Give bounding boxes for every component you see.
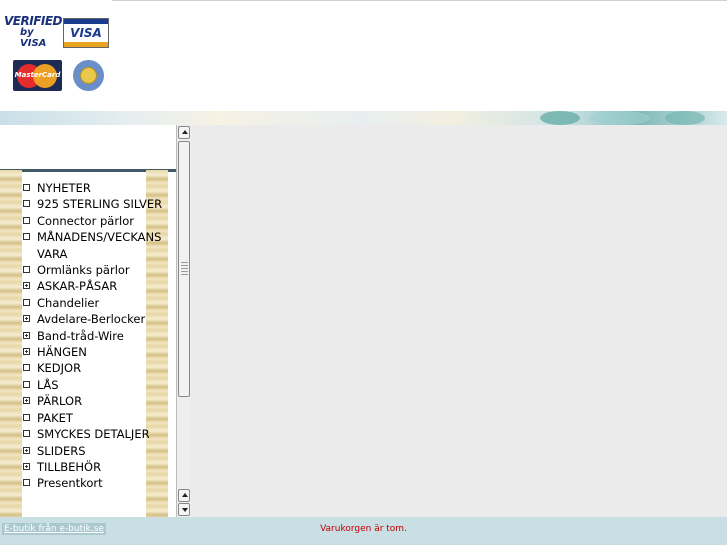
- bullet-box-icon: [23, 298, 30, 306]
- menu-item-label: NYHETER: [37, 181, 91, 195]
- bullet-box-icon: [23, 430, 30, 438]
- menu-item[interactable]: Chandelier: [22, 295, 172, 311]
- menu-item-label: SMYCKES DETALJER: [37, 427, 150, 442]
- menu-item[interactable]: 925 STERLING SILVER: [22, 196, 172, 212]
- menu-item-label: KEDJOR: [37, 361, 82, 376]
- visa-logo: VISA: [63, 18, 109, 48]
- menu-item[interactable]: SLIDERS: [22, 443, 172, 459]
- header-divider: [112, 0, 727, 1]
- menu-item-label: Band-tråd-Wire: [37, 328, 124, 343]
- menu-item-label: PÄRLOR: [37, 394, 83, 409]
- menu-item[interactable]: KEDJOR: [22, 360, 172, 376]
- menu-item[interactable]: Connector pärlor: [22, 213, 172, 229]
- menu-item-label: 925 STERLING SILVER: [37, 197, 163, 212]
- scroll-up-button-lower[interactable]: [178, 489, 190, 502]
- menu-item[interactable]: LÅS: [22, 377, 172, 393]
- vbv-line1: VERIFIED: [4, 14, 63, 28]
- menu-item[interactable]: MÅNADENS/VECKANS VARA: [22, 229, 172, 262]
- expand-plus-icon[interactable]: [23, 282, 30, 290]
- menu-item-label: Connector pärlor: [37, 213, 135, 228]
- menu-item-label: Presentkort: [37, 476, 103, 491]
- arrow-up-icon: [182, 493, 188, 497]
- menu-item-label: HÄNGEN: [37, 345, 87, 360]
- main-content-frame: [191, 125, 727, 517]
- bullet-box-icon: [23, 380, 30, 388]
- arrow-up-icon: [182, 130, 188, 134]
- rope-border-left: [0, 170, 22, 517]
- mastercard-logo: MasterCard: [13, 60, 62, 91]
- menu-item-label: TILLBEHÖR: [37, 459, 102, 474]
- menu-item[interactable]: PÄRLOR: [22, 393, 172, 409]
- menu-item[interactable]: NYHETER: [22, 180, 172, 196]
- menu-item-label: MÅNADENS/VECKANS VARA: [37, 230, 162, 261]
- scroll-thumb[interactable]: [178, 141, 190, 397]
- menu-item-label: Avdelare-Berlocker: [37, 312, 146, 327]
- menu-item-label: ASKAR-PÅSAR: [37, 279, 118, 294]
- menu-item-label: Chandelier: [37, 295, 100, 310]
- menu-item-label: PAKET: [37, 410, 73, 425]
- bullet-box-icon: [23, 266, 30, 274]
- posten-logo: [73, 60, 104, 91]
- category-menu: NYHETER 925 STERLING SILVER Connector pärl…: [22, 180, 172, 492]
- menu-item[interactable]: HÄNGEN: [22, 344, 172, 360]
- arrow-down-icon: [182, 508, 188, 512]
- menu-item-label: Ormlänks pärlor: [37, 263, 130, 278]
- bullet-box-icon: [23, 233, 30, 241]
- menu-item[interactable]: Avdelare-Berlocker: [22, 311, 172, 327]
- bullet-box-icon: [23, 216, 30, 224]
- expand-plus-icon[interactable]: [23, 446, 30, 454]
- expand-plus-icon[interactable]: [23, 315, 30, 323]
- posthorn-icon: [80, 67, 97, 84]
- expand-plus-icon[interactable]: [23, 348, 30, 356]
- vbv-line2: by VISA: [20, 27, 47, 49]
- scroll-down-button[interactable]: [178, 503, 190, 516]
- menu-item[interactable]: Presentkort: [22, 475, 172, 491]
- verified-by-visa-logo: VERIFIED by VISA: [4, 14, 63, 49]
- menu-item[interactable]: Ormlänks pärlor: [22, 262, 172, 278]
- decorative-banner: [0, 111, 727, 125]
- ebutik-link[interactable]: E-butik från e-butik.se: [2, 523, 106, 535]
- bullet-box-icon: [23, 184, 30, 191]
- menu-item[interactable]: Band-tråd-Wire: [22, 328, 172, 344]
- menu-item[interactable]: PAKET: [22, 410, 172, 426]
- bullet-box-icon: [23, 413, 30, 421]
- category-nav-frame: NYHETER 925 STERLING SILVER Connector pärl…: [0, 125, 176, 517]
- bullet-box-icon: [23, 200, 30, 208]
- nav-scrollbar[interactable]: [176, 125, 191, 517]
- cart-status: Varukorgen är tom.: [320, 524, 407, 534]
- menu-item-label: LÅS: [37, 377, 59, 392]
- menu-item[interactable]: TILLBEHÖR: [22, 459, 172, 475]
- bullet-box-icon: [23, 479, 30, 487]
- menu-item[interactable]: ASKAR-PÅSAR: [22, 278, 172, 294]
- bullet-box-icon: [23, 364, 30, 372]
- grip-icon: [181, 262, 188, 276]
- visa-logo-text: VISA: [70, 26, 102, 40]
- menu-item[interactable]: SMYCKES DETALJER: [22, 426, 172, 442]
- expand-plus-icon[interactable]: [23, 331, 30, 339]
- expand-plus-icon[interactable]: [23, 397, 30, 405]
- menu-item-label: SLIDERS: [37, 443, 86, 458]
- scroll-up-button[interactable]: [178, 126, 190, 139]
- footer-bar: Varukorgen är tom. E-butik från e-butik.…: [0, 517, 727, 545]
- mastercard-logo-text: MasterCard: [14, 71, 61, 79]
- expand-plus-icon[interactable]: [23, 462, 30, 470]
